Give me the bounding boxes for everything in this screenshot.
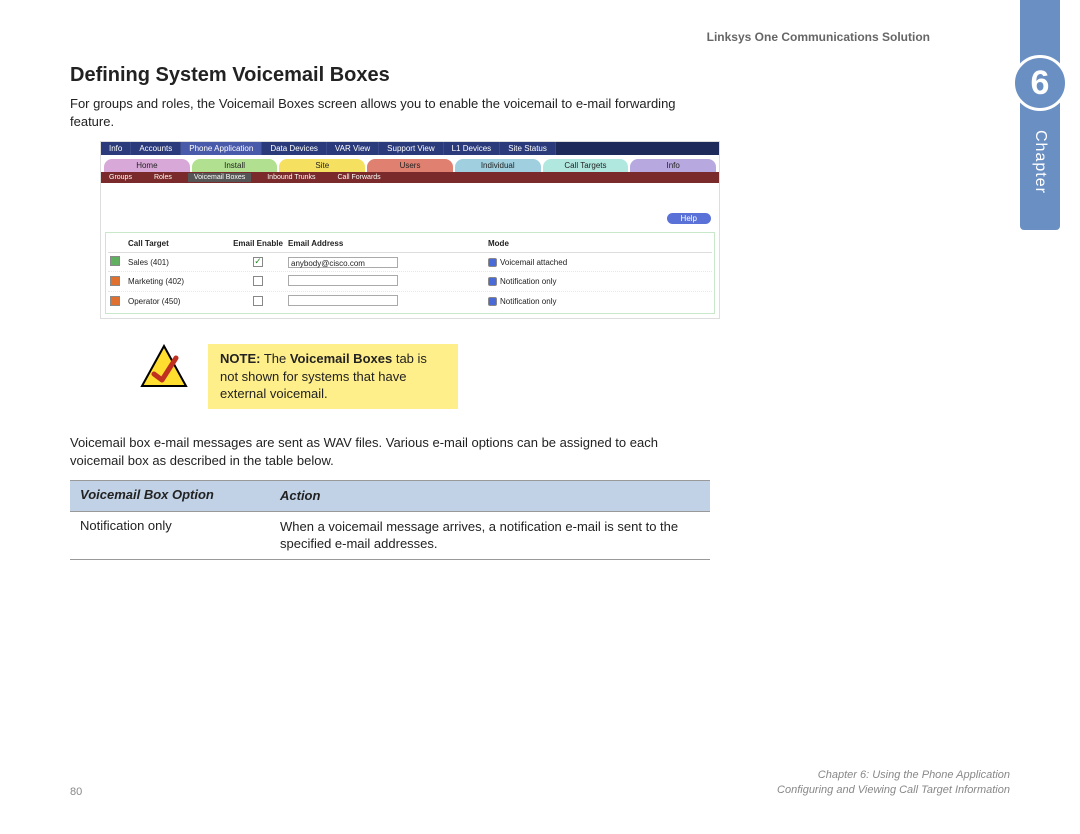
footer-section: Configuring and Viewing Call Target Info… [777,783,1010,798]
cell-target: Sales (401) [128,258,228,267]
voicemail-table: Call Target Email Enable Email Address M… [105,232,715,314]
email-field[interactable] [288,295,398,306]
mode-icon[interactable] [488,297,497,306]
chapter-strip: 6 Chapter [1020,0,1060,230]
sub-tab-roles[interactable]: Roles [148,173,178,182]
sub-tab-inbound-trunks[interactable]: Inbound Trunks [261,173,321,182]
row-icon [110,256,120,266]
note-prefix: NOTE: [220,351,260,366]
cell-mode: Voicemail attached [500,258,567,267]
opt-head-action: Action [270,481,710,511]
mid-tab-bar: HomeInstallSiteUsersIndividualCall Targe… [101,159,719,172]
sub-tab-voicemail-boxes[interactable]: Voicemail Boxes [188,173,251,182]
col-mode: Mode [488,239,628,248]
sub-tab-bar: Groups Roles Voicemail Boxes Inbound Trunks… [101,172,719,183]
top-tab-site-status[interactable]: Site Status [500,142,556,155]
mid-tab-home[interactable]: Home [104,159,190,172]
enable-checkbox[interactable] [253,257,263,267]
top-tab-bar: InfoAccountsPhone ApplicationData Device… [101,142,719,155]
col-email: Email Address [288,239,488,248]
intro-paragraph: For groups and roles, the Voicemail Boxe… [70,95,680,131]
table-row: Marketing (402) Notification only [108,272,712,292]
chapter-label: Chapter [1031,130,1049,194]
cell-target: Marketing (402) [128,277,228,286]
top-tab-accounts[interactable]: Accounts [131,142,181,155]
sub-tab-groups[interactable]: Groups [103,173,138,182]
cell-mode: Notification only [500,297,556,306]
top-tab-info[interactable]: Info [101,142,131,155]
mode-icon[interactable] [488,258,497,267]
note-box: NOTE: The Voicemail Boxes tab is not sho… [208,344,458,409]
help-button[interactable]: Help [667,213,711,224]
mode-icon[interactable] [488,277,497,286]
page-number: 80 [70,786,82,798]
email-field[interactable] [288,275,398,286]
section-title: Defining System Voicemail Boxes [70,64,930,87]
footer-chapter: Chapter 6: Using the Phone Application [777,768,1010,783]
email-field[interactable]: anybody@cisco.com [288,257,398,268]
mid-paragraph: Voicemail box e-mail messages are sent a… [70,434,680,470]
table-row: Sales (401) anybody@cisco.com Voicemail at… [108,253,712,272]
cell-mode: Notification only [500,277,556,286]
row-icon [110,276,120,286]
opt-head-option: Voicemail Box Option [70,481,270,511]
mid-tab-info[interactable]: Info [630,159,716,172]
top-tab-phone-application[interactable]: Phone Application [181,142,262,155]
mid-tab-call-targets[interactable]: Call Targets [543,159,629,172]
mid-tab-individual[interactable]: Individual [455,159,541,172]
col-enable: Email Enable [228,239,288,248]
option-table: Voicemail Box Option Action Notification… [70,480,710,560]
top-tab-var-view[interactable]: VAR View [327,142,379,155]
top-tab-l1-devices[interactable]: L1 Devices [444,142,501,155]
row-icon [110,296,120,306]
mid-tab-install[interactable]: Install [192,159,278,172]
warning-icon [140,344,188,391]
mid-tab-site[interactable]: Site [279,159,365,172]
opt-option: Notification only [70,512,270,559]
chapter-number-badge: 6 [1012,55,1068,111]
table-row: Operator (450) Notification only [108,292,712,311]
col-target: Call Target [128,239,228,248]
top-tab-support-view[interactable]: Support View [379,142,443,155]
top-tab-data-devices[interactable]: Data Devices [262,142,327,155]
opt-action: When a voicemail message arrives, a noti… [270,512,710,559]
voicemail-screenshot: InfoAccountsPhone ApplicationData Device… [100,141,720,319]
sub-tab-call-forwards[interactable]: Call Forwards [332,173,387,182]
doc-header: Linksys One Communications Solution [70,30,930,44]
enable-checkbox[interactable] [253,276,263,286]
mid-tab-users[interactable]: Users [367,159,453,172]
enable-checkbox[interactable] [253,296,263,306]
cell-target: Operator (450) [128,297,228,306]
